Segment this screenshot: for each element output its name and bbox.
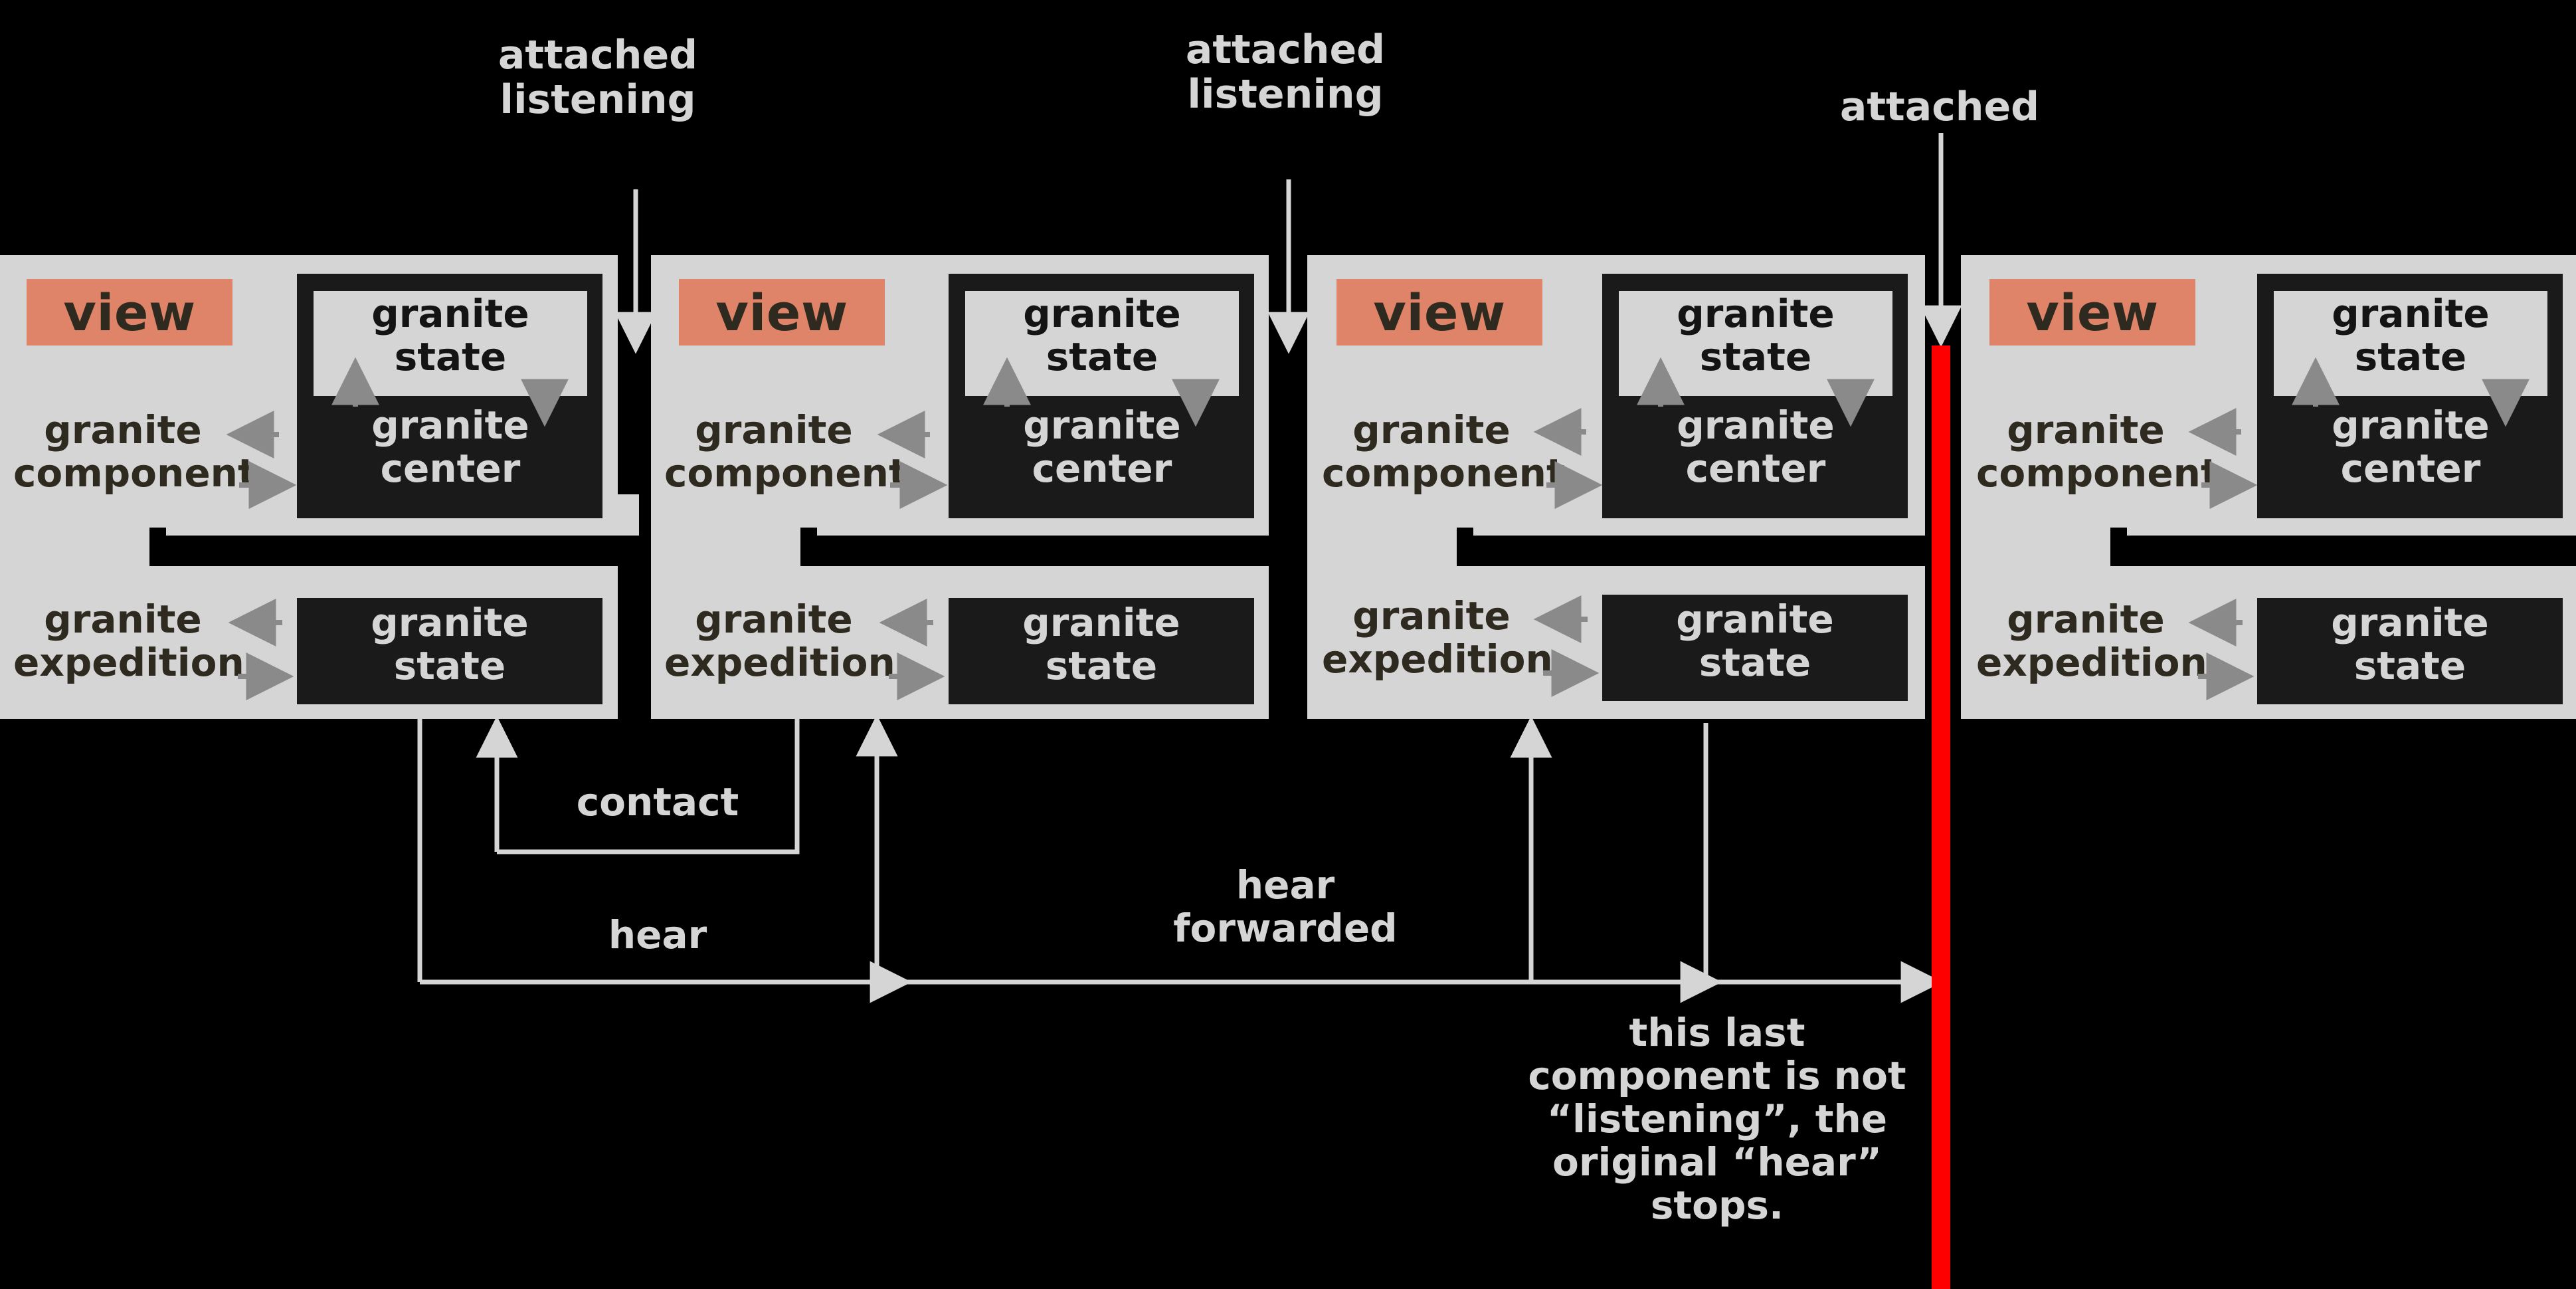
expedition-line2: expedition bbox=[13, 639, 244, 685]
exp-state-line1: granite bbox=[1676, 597, 1834, 642]
granite-state-label-4: granite state bbox=[2274, 292, 2547, 379]
top-label-attached-listening-1: attached listening bbox=[465, 33, 731, 122]
exp-state-line2: state bbox=[393, 643, 506, 688]
expedition-label-1: granite expedition bbox=[13, 597, 244, 685]
contact-label: contact bbox=[576, 779, 739, 825]
exp-state-line2: state bbox=[2353, 643, 2466, 688]
listening-stop-bar bbox=[1932, 346, 1950, 1289]
exp-state-line1: granite bbox=[2331, 600, 2489, 645]
exp-state-line2: state bbox=[1045, 643, 1158, 688]
component-panel-1-foot-left bbox=[0, 494, 149, 567]
component-label-line1: granite bbox=[1352, 407, 1511, 452]
expedition-state-label-1: granite state bbox=[297, 601, 602, 688]
hear-label: hear bbox=[608, 912, 707, 957]
expedition-label-3: granite expedition bbox=[1322, 593, 1553, 682]
granite-state-label-3: granite state bbox=[1619, 292, 1892, 379]
expedition-line1: granite bbox=[695, 597, 853, 642]
state-line2: state bbox=[1699, 334, 1812, 379]
expedition-state-label-2: granite state bbox=[949, 601, 1254, 688]
state-line1: granite bbox=[1023, 291, 1181, 336]
center-line1: granite bbox=[2332, 403, 2490, 448]
center-line2: center bbox=[380, 445, 521, 491]
expedition-line2: expedition bbox=[1976, 639, 2207, 685]
top-label-attached-3: attached bbox=[1807, 84, 2072, 130]
stop-note: this last component is not “listening”, … bbox=[1511, 1011, 1923, 1227]
component-panel-2-foot-left bbox=[651, 494, 800, 567]
view-box-1[interactable]: view bbox=[27, 279, 232, 346]
state-line1: granite bbox=[371, 291, 529, 336]
center-line2: center bbox=[2340, 445, 2481, 491]
top-label-attached-listening-2: attached listening bbox=[1152, 27, 1418, 118]
hear-forwarded-label: hear forwarded bbox=[1152, 864, 1418, 950]
expedition-label-2: granite expedition bbox=[664, 597, 895, 685]
hear-forwarded-line2: forwarded bbox=[1173, 905, 1398, 951]
component-label-line2: component bbox=[664, 450, 907, 496]
diagram-canvas: attached listening attached listening at… bbox=[0, 0, 2576, 1289]
exp-state-line2: state bbox=[1699, 639, 1811, 685]
component-label-line2: component bbox=[1322, 450, 1565, 496]
top-label-line1: attached bbox=[1839, 84, 2040, 130]
exp-state-line1: granite bbox=[1022, 600, 1180, 645]
expedition-state-label-4: granite state bbox=[2257, 601, 2563, 688]
granite-state-label-2: granite state bbox=[965, 292, 1239, 379]
component-label-line1: granite bbox=[44, 407, 202, 452]
component-label-line1: granite bbox=[2007, 407, 2165, 452]
expedition-line2: expedition bbox=[1322, 636, 1553, 682]
view-box-4[interactable]: view bbox=[1989, 279, 2195, 346]
expedition-label-4: granite expedition bbox=[1976, 597, 2207, 685]
view-box-3[interactable]: view bbox=[1336, 279, 1542, 346]
top-label-line2: listening bbox=[1187, 71, 1384, 118]
expedition-state-label-3: granite state bbox=[1602, 598, 1908, 684]
expedition-line2: expedition bbox=[664, 639, 895, 685]
granite-center-label-3: granite center bbox=[1619, 404, 1892, 490]
expedition-line1: granite bbox=[1352, 593, 1511, 639]
center-line2: center bbox=[1032, 445, 1172, 491]
component-label-4: granite component bbox=[1976, 407, 2219, 496]
state-line1: granite bbox=[2332, 291, 2490, 336]
top-label-line1: attached bbox=[498, 32, 698, 78]
top-label-line1: attached bbox=[1185, 27, 1386, 73]
note-line5: stops. bbox=[1650, 1182, 1784, 1228]
component-panel-3-foot-left bbox=[1307, 494, 1457, 567]
granite-state-label-1: granite state bbox=[314, 292, 587, 379]
note-line3: “listening”, the bbox=[1546, 1096, 1888, 1141]
note-line2: component is not bbox=[1528, 1052, 1906, 1098]
center-line1: granite bbox=[1023, 403, 1181, 448]
center-line1: granite bbox=[1677, 403, 1835, 448]
note-line1: this last bbox=[1629, 1010, 1805, 1055]
component-label-line1: granite bbox=[695, 407, 853, 452]
component-label-line2: component bbox=[13, 450, 256, 496]
granite-center-label-4: granite center bbox=[2274, 404, 2547, 490]
expedition-line1: granite bbox=[44, 597, 202, 642]
note-line4: original “hear” bbox=[1552, 1139, 1882, 1185]
component-label-1: granite component bbox=[13, 407, 256, 496]
state-line2: state bbox=[2354, 334, 2467, 379]
state-line2: state bbox=[1046, 334, 1158, 379]
top-label-line2: listening bbox=[500, 76, 696, 124]
component-panel-4-foot-left bbox=[1961, 494, 2110, 567]
granite-center-label-1: granite center bbox=[314, 404, 587, 490]
expedition-line1: granite bbox=[2007, 597, 2165, 642]
center-line1: granite bbox=[371, 403, 529, 448]
state-line1: granite bbox=[1677, 291, 1835, 336]
component-label-3: granite component bbox=[1322, 407, 1565, 496]
exp-state-line1: granite bbox=[371, 600, 529, 645]
component-label-2: granite component bbox=[664, 407, 907, 496]
hear-forwarded-line1: hear bbox=[1236, 862, 1335, 908]
view-box-2[interactable]: view bbox=[679, 279, 885, 346]
granite-center-label-2: granite center bbox=[965, 404, 1239, 490]
component-label-line2: component bbox=[1976, 450, 2219, 496]
center-line2: center bbox=[1685, 445, 1826, 491]
state-line2: state bbox=[394, 334, 507, 379]
